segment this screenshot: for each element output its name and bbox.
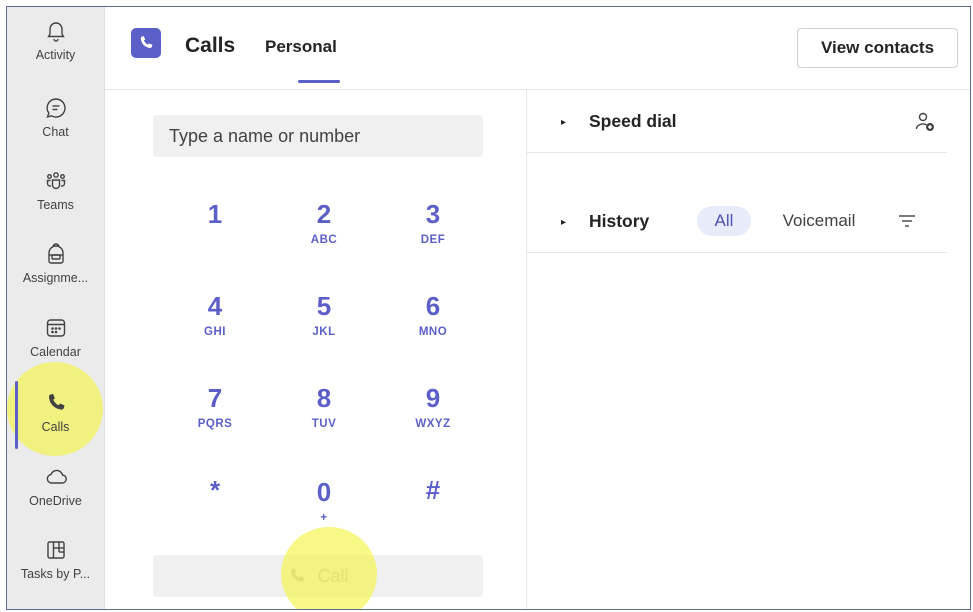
app-rail: Activity Chat Teams Assignme... Calendar… [7,7,105,609]
dial-key-digit: 7 [207,383,223,413]
teams-icon [46,172,65,190]
dial-key-digit: 4 [207,291,223,321]
dial-key-digit: 9 [425,383,441,413]
rail-item-chat[interactable]: Chat [7,90,104,160]
view-contacts-button[interactable]: View contacts [797,28,958,68]
dial-key-letters: MNO [418,326,448,338]
dial-key-digit: 3 [425,199,441,229]
dial-key-9[interactable]: 9 WXYZ [398,384,468,444]
dial-key-letters: DEF [420,234,446,246]
dial-key-digit: 5 [316,291,332,321]
rail-item-teams[interactable]: Teams [7,163,104,233]
rail-item-label: Calls [41,420,70,434]
rail-item-label: Tasks by P... [20,567,91,581]
rail-item-label: Assignme... [22,271,89,285]
page-title: Calls [185,34,236,57]
name-or-number-input[interactable] [153,115,483,157]
dial-key-digit: 6 [425,291,441,321]
backpack-icon [47,243,64,264]
rail-item-label: Calendar [30,345,81,359]
dial-key-0[interactable]: 0 + [289,478,359,538]
calendar-icon [46,319,65,337]
expand-caret-icon[interactable]: ▸ [561,117,566,128]
dial-key-digit: * [209,475,221,505]
call-button[interactable]: Call [153,555,483,597]
dial-key-digit: # [425,475,441,505]
cloud-icon [46,469,67,484]
history-title: History [589,211,650,231]
dial-key-letters: ABC [310,234,338,246]
phone-icon [291,568,305,582]
teams-window: Activity Chat Teams Assignme... Calendar… [6,6,971,610]
dial-key-digit: 2 [316,199,332,229]
rail-item-label: OneDrive [29,494,82,508]
rail-item-assignments[interactable]: Assignme... [7,236,104,306]
filter-voicemail[interactable]: Voicemail [771,206,867,236]
dial-key-7[interactable]: 7 PQRS [180,384,250,444]
chat-icon [45,98,66,119]
dial-key-2[interactable]: 2 ABC [289,200,359,260]
rail-item-tasks[interactable]: Tasks by P... [7,532,104,602]
rail-item-label: Teams [37,198,74,212]
bell-icon [46,22,65,42]
dial-key-6[interactable]: 6 MNO [398,292,468,352]
dial-key-hash[interactable]: # [398,476,468,536]
calls-header: Calls Personal View contacts [105,7,970,90]
rail-item-activity[interactable]: Activity [7,13,104,83]
planner-icon [46,541,65,559]
dial-key-letters: + [320,512,328,524]
phone-icon [48,393,64,410]
history-section: ▸ History All Voicemail [527,190,947,253]
dial-key-3[interactable]: 3 DEF [398,200,468,260]
dial-key-1[interactable]: 1 [180,200,250,260]
rail-item-calendar[interactable]: Calendar [7,310,104,380]
phone-icon [140,36,153,48]
dial-key-letters: JKL [312,326,336,338]
dial-key-star[interactable]: * [180,476,250,536]
calls-side-panel: ▸ Speed dial ▸ History All Voicemail [527,90,947,609]
tab-active-underline [298,80,340,83]
dial-key-4[interactable]: 4 GHI [180,292,250,352]
expand-caret-icon[interactable]: ▸ [561,217,566,228]
tab-personal[interactable]: Personal [265,37,337,57]
dial-key-letters: PQRS [197,418,233,430]
dial-key-digit: 8 [316,383,332,413]
rail-item-onedrive[interactable]: OneDrive [7,459,104,529]
filter-all[interactable]: All [697,206,751,236]
dial-key-digit: 0 [316,477,332,507]
dial-key-letters: TUV [311,418,337,430]
dial-key-letters: WXYZ [415,418,451,430]
dial-key-letters: GHI [204,326,226,338]
speed-dial-title: Speed dial [589,111,677,131]
add-contact-icon[interactable] [913,110,937,134]
dial-key-digit: 1 [207,199,223,229]
calls-app-icon [131,28,161,58]
dial-key-8[interactable]: 8 TUV [289,384,359,444]
call-button-label: Call [317,565,349,586]
rail-item-label: Chat [42,125,69,139]
rail-item-calls[interactable]: Calls [7,385,104,455]
dial-pad: 1 2 ABC 3 DEF 4 GHI 5 JKL 6 MNO 7 PQRS 8 [105,90,527,609]
speed-dial-section[interactable]: ▸ Speed dial [527,90,947,153]
rail-item-label: Activity [35,48,76,62]
dial-key-5[interactable]: 5 JKL [289,292,359,352]
filter-icon[interactable] [897,211,917,231]
